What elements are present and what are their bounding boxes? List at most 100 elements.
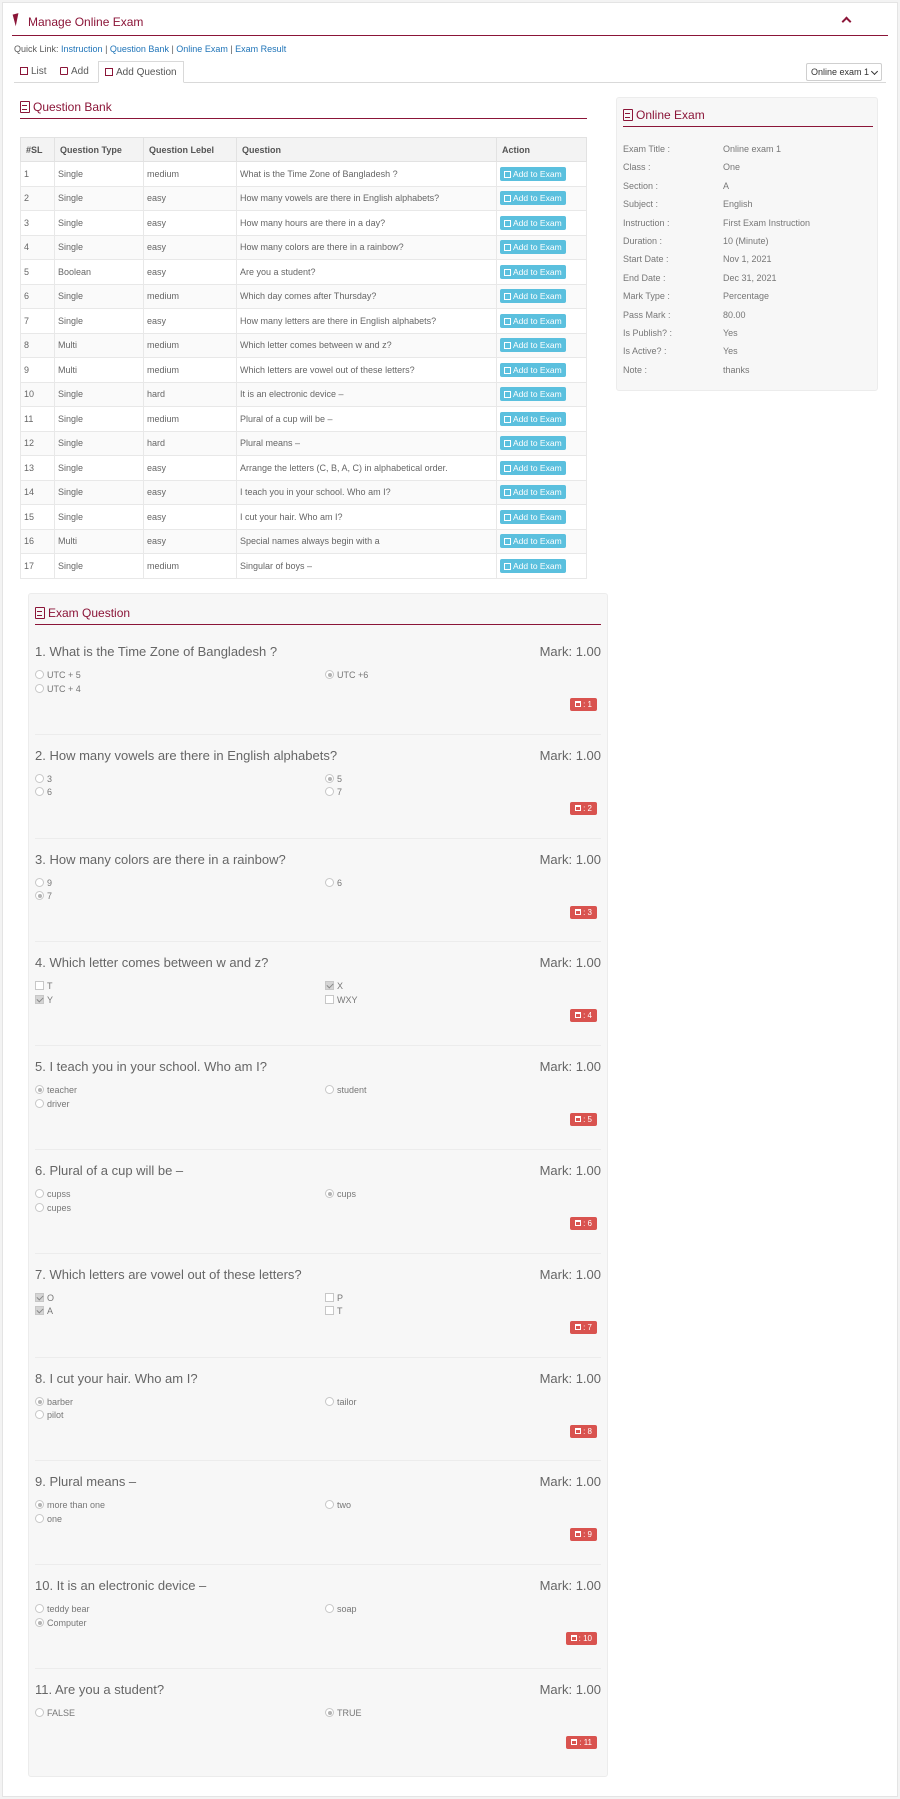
add-to-exam-button[interactable]: Add to Exam (500, 240, 566, 255)
quick-link-instruction[interactable]: Instruction (61, 44, 103, 54)
answer-option[interactable]: 7 (35, 891, 52, 901)
radio-button[interactable] (325, 773, 334, 783)
answer-option[interactable]: 9 (35, 877, 52, 888)
checkbox[interactable] (35, 1292, 44, 1302)
answer-option[interactable]: UTC + 4 (35, 683, 81, 694)
radio-button[interactable] (35, 1202, 44, 1212)
answer-option[interactable]: more than one (35, 1500, 105, 1510)
radio-button[interactable] (325, 787, 334, 797)
delete-question-button[interactable]: : 9 (570, 1528, 597, 1542)
answer-option[interactable]: one (35, 1513, 62, 1524)
checkbox[interactable] (325, 1292, 334, 1302)
answer-option[interactable]: student (325, 1085, 367, 1095)
radio-button[interactable] (35, 1513, 44, 1523)
quick-link-question-bank[interactable]: Question Bank (110, 44, 169, 54)
radio-button[interactable] (325, 1500, 334, 1510)
answer-option[interactable]: cupes (35, 1202, 71, 1213)
delete-question-button[interactable]: : 7 (570, 1320, 597, 1334)
radio-button[interactable] (35, 670, 44, 679)
radio-button[interactable] (35, 1500, 44, 1510)
radio-button[interactable] (35, 1617, 44, 1627)
add-to-exam-button[interactable]: Add to Exam (500, 485, 566, 500)
tab-list[interactable]: List (14, 61, 53, 83)
answer-option[interactable]: pilot (35, 1410, 64, 1420)
checkbox[interactable] (35, 994, 44, 1004)
radio-button[interactable] (35, 1708, 44, 1717)
answer-option[interactable]: P (325, 1292, 343, 1303)
delete-question-button[interactable]: : 8 (570, 1424, 597, 1438)
answer-option[interactable]: FALSE (35, 1708, 75, 1718)
delete-question-button[interactable]: : 6 (570, 1217, 597, 1230)
answer-option[interactable]: tailor (325, 1396, 357, 1407)
answer-option[interactable]: teddy bear (35, 1604, 90, 1614)
tab-add-question[interactable]: Add Question (98, 61, 184, 83)
radio-button[interactable] (35, 1098, 44, 1108)
delete-question-button[interactable]: : 1 (570, 698, 597, 711)
radio-button[interactable] (325, 1189, 334, 1198)
checkbox[interactable] (35, 981, 44, 991)
checkbox[interactable] (325, 981, 334, 991)
answer-option[interactable]: 3 (35, 773, 52, 784)
answer-option[interactable]: TRUE (325, 1708, 362, 1718)
answer-option[interactable]: soap (325, 1604, 357, 1614)
answer-option[interactable]: Computer (35, 1617, 87, 1628)
tab-add[interactable]: Add (54, 61, 95, 83)
radio-button[interactable] (35, 787, 44, 797)
add-to-exam-button[interactable]: Add to Exam (500, 509, 566, 524)
add-to-exam-button[interactable]: Add to Exam (500, 362, 566, 377)
answer-option[interactable]: UTC + 5 (35, 670, 81, 680)
radio-button[interactable] (35, 1396, 44, 1406)
add-to-exam-button[interactable]: Add to Exam (500, 264, 566, 279)
answer-option[interactable]: 6 (325, 877, 342, 888)
answer-option[interactable]: X (325, 981, 343, 991)
radio-button[interactable] (325, 877, 334, 887)
radio-button[interactable] (35, 1085, 44, 1095)
answer-option[interactable]: T (35, 981, 53, 991)
answer-option[interactable]: A (35, 1306, 53, 1316)
answer-option[interactable]: O (35, 1292, 54, 1303)
quick-link-online-exam[interactable]: Online Exam (176, 44, 228, 54)
answer-option[interactable]: WXY (325, 994, 358, 1005)
radio-button[interactable] (325, 1708, 334, 1717)
radio-button[interactable] (35, 1189, 44, 1198)
radio-button[interactable] (35, 1604, 44, 1614)
add-to-exam-button[interactable]: Add to Exam (500, 166, 566, 181)
add-to-exam-button[interactable]: Add to Exam (500, 387, 566, 402)
answer-option[interactable]: 7 (325, 787, 342, 797)
answer-option[interactable]: barber (35, 1396, 73, 1407)
add-to-exam-button[interactable]: Add to Exam (500, 338, 566, 353)
answer-option[interactable]: 6 (35, 787, 52, 797)
add-to-exam-button[interactable]: Add to Exam (500, 313, 566, 328)
radio-button[interactable] (35, 877, 44, 887)
answer-option[interactable]: 5 (325, 773, 342, 784)
exam-select[interactable]: Online exam 1 (806, 63, 882, 81)
radio-button[interactable] (325, 1396, 334, 1406)
radio-button[interactable] (35, 1410, 44, 1420)
add-to-exam-button[interactable]: Add to Exam (500, 558, 566, 573)
add-to-exam-button[interactable]: Add to Exam (500, 191, 566, 206)
checkbox[interactable] (325, 1306, 334, 1316)
add-to-exam-button[interactable]: Add to Exam (500, 534, 566, 549)
answer-option[interactable]: UTC +6 (325, 670, 368, 680)
answer-option[interactable]: two (325, 1500, 351, 1510)
radio-button[interactable] (325, 670, 334, 679)
chevron-up-icon[interactable] (841, 16, 852, 27)
delete-question-button[interactable]: : 11 (566, 1736, 597, 1749)
add-to-exam-button[interactable]: Add to Exam (500, 436, 566, 451)
answer-option[interactable]: cups (325, 1189, 356, 1199)
checkbox[interactable] (325, 994, 334, 1004)
radio-button[interactable] (35, 683, 44, 693)
quick-link-exam-result[interactable]: Exam Result (235, 44, 286, 54)
add-to-exam-button[interactable]: Add to Exam (500, 215, 566, 230)
delete-question-button[interactable]: : 2 (570, 801, 597, 815)
answer-option[interactable]: driver (35, 1098, 70, 1109)
radio-button[interactable] (325, 1604, 334, 1614)
radio-button[interactable] (35, 891, 44, 901)
add-to-exam-button[interactable]: Add to Exam (500, 411, 566, 426)
delete-question-button[interactable]: : 3 (570, 905, 597, 919)
radio-button[interactable] (325, 1085, 334, 1095)
delete-question-button[interactable]: : 4 (570, 1009, 597, 1023)
add-to-exam-button[interactable]: Add to Exam (500, 289, 566, 304)
delete-question-button[interactable]: : 5 (570, 1113, 597, 1127)
answer-option[interactable]: T (325, 1306, 343, 1316)
